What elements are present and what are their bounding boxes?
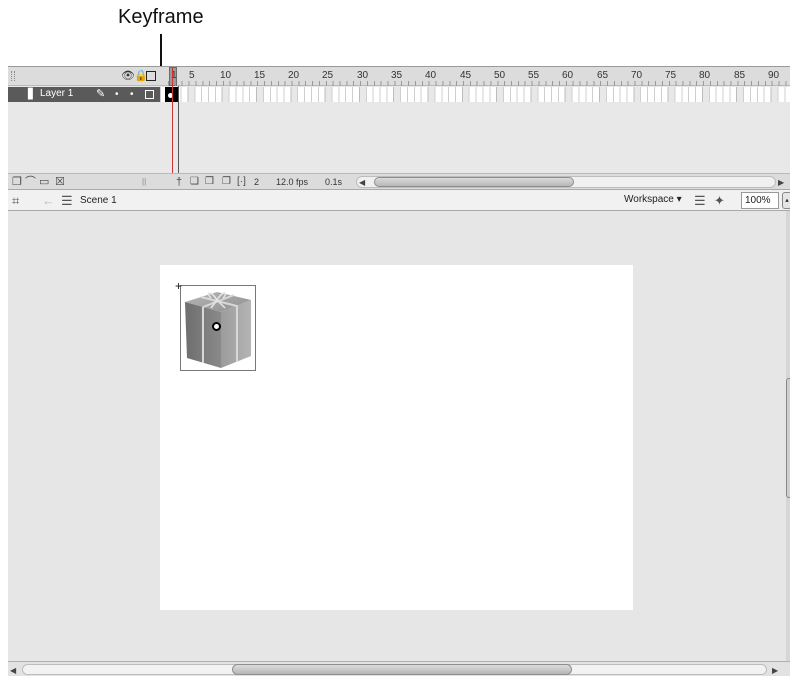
- back-arrow-icon[interactable]: ←: [42, 193, 55, 208]
- frame-number: 75: [665, 70, 677, 81]
- timeline-panel: 👁 🔒 1 5 10 15 20 25 30 35 40 45 50 55 60…: [8, 66, 790, 190]
- timeline-header: 👁 🔒 1 5 10 15 20 25 30 35 40 45 50 55 60…: [8, 67, 790, 86]
- transform-point-icon[interactable]: [212, 322, 221, 331]
- divider-grip-icon[interactable]: ||: [142, 176, 146, 188]
- layer-row[interactable]: ▋ Layer 1 ✎ • •: [8, 87, 790, 102]
- outline-icon[interactable]: [146, 71, 156, 81]
- lock-dot-icon[interactable]: •: [130, 89, 134, 100]
- motion-guide-icon[interactable]: ⌒: [25, 176, 36, 188]
- outline-box-icon[interactable]: [145, 90, 154, 99]
- pencil-icon: ✎: [96, 88, 106, 100]
- delete-layer-icon[interactable]: ☒: [55, 176, 65, 188]
- center-frame-icon[interactable]: †: [176, 176, 182, 188]
- onion-skin-outlines-icon[interactable]: ❒: [205, 176, 214, 188]
- edit-multiple-frames-icon[interactable]: ❐: [222, 176, 231, 188]
- stage-scroll-thumb[interactable]: [232, 664, 572, 675]
- timeline-footer: ❐ ⌒ ▭ ☒ || † ❑ ❒ ❐ [·] 2 12.0 fps 0.1s ◀…: [8, 173, 790, 190]
- scene-label[interactable]: Scene 1: [80, 195, 117, 206]
- registration-point-icon: +: [175, 279, 183, 293]
- frame-number: 15: [254, 70, 266, 81]
- edit-bar: ⌗ ← ☰ Scene 1 Workspace ▾ ☰ ✦ 100% ▴: [8, 189, 790, 211]
- stage-scroll-right-arrow-icon[interactable]: ▶: [772, 666, 778, 675]
- workspace-menu-button[interactable]: Workspace ▾: [624, 194, 682, 205]
- frame-rate[interactable]: 12.0 fps: [276, 177, 308, 187]
- stage-icon[interactable]: ⌗: [12, 193, 19, 209]
- frame-number: 50: [494, 70, 506, 81]
- edit-symbol-icon[interactable]: ✦: [714, 193, 725, 209]
- frame-number: 55: [528, 70, 540, 81]
- frame-number: 10: [220, 70, 232, 81]
- layer-icon: ▋: [28, 89, 36, 100]
- eye-icon[interactable]: 👁: [121, 70, 135, 82]
- frames-strip-shading: [160, 87, 790, 102]
- frame-number: 70: [631, 70, 643, 81]
- frame-number: 65: [597, 70, 609, 81]
- new-folder-icon[interactable]: ▭: [39, 176, 49, 188]
- vertical-scroll-thumb[interactable]: [786, 378, 790, 498]
- frame-number: 40: [425, 70, 437, 81]
- zoom-field[interactable]: 100%: [741, 192, 779, 209]
- timeline-scroll-thumb[interactable]: [374, 177, 574, 187]
- onion-skin-icon[interactable]: ❑: [190, 176, 199, 188]
- scroll-right-arrow-icon[interactable]: ▶: [778, 178, 784, 187]
- modify-markers-icon[interactable]: [·]: [237, 176, 246, 188]
- frame-number: 45: [460, 70, 472, 81]
- frame-number: 35: [391, 70, 403, 81]
- grip-icon[interactable]: [11, 71, 15, 81]
- playhead-line: [172, 67, 173, 190]
- frame-number: 60: [562, 70, 574, 81]
- scene-icon: ☰: [61, 193, 73, 208]
- layer-name-cell[interactable]: ▋ Layer 1 ✎ • •: [8, 87, 160, 102]
- ruler-ticks: [168, 81, 790, 86]
- new-layer-icon[interactable]: ❐: [12, 176, 22, 188]
- frame-number: 90: [768, 70, 780, 81]
- current-frame: 2: [254, 177, 260, 187]
- zoom-stepper-icon[interactable]: ▴: [782, 192, 790, 209]
- frame-number: 20: [288, 70, 300, 81]
- stage-scroll-left-arrow-icon[interactable]: ◀: [10, 666, 16, 675]
- frame-number: 5: [189, 70, 195, 81]
- frame-number: 85: [734, 70, 746, 81]
- visibility-dot-icon[interactable]: •: [115, 89, 119, 100]
- frame-number: 25: [322, 70, 334, 81]
- elapsed-time: 0.1s: [325, 177, 343, 187]
- scroll-left-arrow-icon[interactable]: ◀: [359, 178, 365, 187]
- frame-number: 80: [699, 70, 711, 81]
- keyframe-callout-label: Keyframe: [118, 6, 204, 28]
- edit-scene-icon[interactable]: ☰: [694, 193, 706, 209]
- layer-name[interactable]: Layer 1: [40, 88, 73, 99]
- frame-number: 30: [357, 70, 369, 81]
